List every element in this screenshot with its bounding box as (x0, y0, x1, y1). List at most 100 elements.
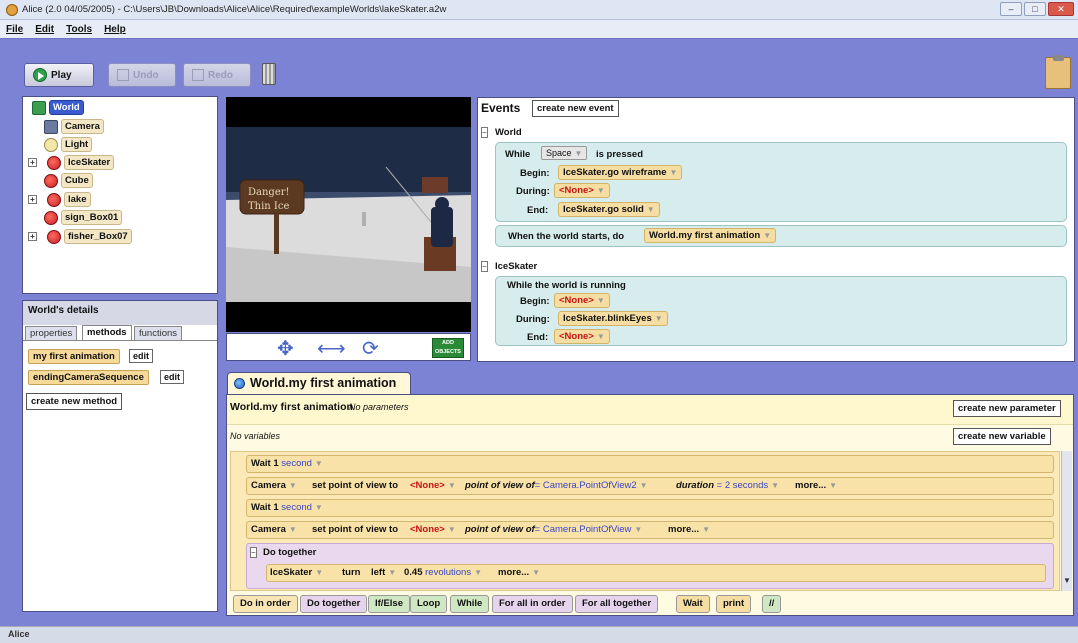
trash-icon[interactable] (262, 63, 276, 85)
no-variables-label: No variables (230, 431, 281, 441)
expand-icon[interactable]: + (28, 195, 37, 204)
expand-icon[interactable]: + (28, 232, 37, 241)
more-button-3[interactable]: more... ▼ (498, 567, 540, 578)
statement-wait-2[interactable] (246, 499, 1054, 517)
minimize-button[interactable]: – (1000, 2, 1022, 16)
menu-tools[interactable]: Tools (66, 24, 92, 35)
statement-wait-1[interactable] (246, 455, 1054, 473)
collapse-world-events-icon[interactable]: − (481, 127, 488, 138)
tree-item-sign-box01[interactable]: sign_Box01 (44, 210, 123, 225)
set-pov-method: set point of view to (312, 480, 399, 491)
tree-item-world[interactable]: World (32, 100, 84, 115)
loop-button[interactable]: Loop (410, 595, 448, 613)
wait-button[interactable]: Wait (676, 595, 710, 613)
dropdown-arrow-icon: ▼ (288, 481, 297, 490)
move-camera-icon[interactable]: ✥ (277, 336, 294, 361)
tree-item-camera[interactable]: Camera (44, 119, 104, 134)
taskbar-alice-item[interactable]: Alice (8, 629, 30, 639)
scene-view[interactable]: Danger! Thin Ice (226, 97, 471, 332)
editor-scrollbar[interactable]: ▼ (1061, 451, 1072, 591)
tab-method-editor[interactable]: World.my first animation (227, 372, 411, 394)
begin-method-tile[interactable]: IceSkater.go wireframe ▼ (558, 165, 683, 180)
create-new-variable-button[interactable]: create new variable (953, 428, 1051, 445)
create-new-parameter-button[interactable]: create new parameter (953, 400, 1061, 417)
title-bar: Alice (2.0 04/05/2005) - C:\Users\JB\Dow… (0, 0, 1078, 20)
turn-amount-tile[interactable]: 0.45 revolutions ▼ (404, 567, 482, 578)
redo-button[interactable]: Redo (183, 63, 251, 87)
window-controls: – □ ✕ (1000, 2, 1074, 16)
while-button[interactable]: While (450, 595, 490, 613)
begin-none-tile[interactable]: <None> ▼ (554, 293, 610, 308)
dropdown-arrow-icon: ▼ (447, 481, 456, 490)
tree-item-label: Cube (61, 173, 93, 188)
duration-label: duration (676, 480, 714, 491)
expand-icon[interactable]: + (28, 158, 37, 167)
tab-methods[interactable]: methods (82, 325, 132, 340)
more-button[interactable]: more... ▼ (795, 480, 837, 491)
duration-param[interactable]: duration = 2 seconds ▼ (676, 480, 779, 491)
end-method-tile[interactable]: IceSkater.go solid ▼ (558, 202, 660, 217)
method-ending-camera-sequence[interactable]: endingCameraSequence (28, 370, 149, 385)
collapse-do-together-icon[interactable]: − (250, 547, 257, 558)
during-label: During: (516, 186, 550, 197)
tree-item-cube[interactable]: Cube (44, 173, 93, 188)
for-all-in-order-button[interactable]: For all in order (492, 595, 573, 613)
tree-item-iceskater[interactable]: + IceSkater (28, 155, 115, 170)
undo-button[interactable]: Undo (108, 63, 176, 87)
create-new-event-button[interactable]: create new event (532, 100, 619, 117)
print-button[interactable]: print (716, 595, 752, 613)
end-none-tile[interactable]: <None> ▼ (554, 329, 610, 344)
wait-1-tile[interactable]: Wait 1 second ▼ (251, 458, 323, 469)
pov-target-tile-2[interactable]: <None> ▼ (410, 524, 456, 535)
key-selector[interactable]: Space ▼ (541, 146, 588, 160)
do-together-button[interactable]: Do together (300, 595, 368, 613)
object-icon (44, 210, 58, 225)
during-method-tile[interactable]: IceSkater.blinkEyes ▼ (558, 311, 668, 326)
edit-my-first-animation-button[interactable]: edit (129, 349, 154, 363)
edit-ending-camera-sequence-button[interactable]: edit (160, 370, 185, 384)
maximize-button[interactable]: □ (1024, 2, 1046, 16)
tilt-camera-icon[interactable]: ⟳ (362, 336, 379, 361)
camera-object-tile[interactable]: Camera ▼ (251, 480, 297, 491)
comment-button[interactable]: // (762, 595, 782, 613)
create-new-method-button[interactable]: create new method (26, 393, 123, 410)
tab-functions[interactable]: functions (134, 326, 183, 340)
wait-2-tile[interactable]: Wait 1 second ▼ (251, 502, 323, 513)
tree-item-fisher-box07[interactable]: + fisher_Box07 (28, 229, 132, 244)
menu-file[interactable]: File (6, 24, 23, 35)
tab-properties[interactable]: properties (25, 326, 78, 340)
add-objects-button[interactable]: ADD OBJECTS (432, 338, 464, 358)
play-button[interactable]: Play (24, 63, 94, 87)
undo-label: Undo (133, 69, 159, 81)
rotate-camera-icon[interactable]: ⟷ (317, 336, 346, 361)
close-button[interactable]: ✕ (1048, 2, 1074, 16)
tree-item-lake[interactable]: + lake (28, 192, 91, 207)
pov-of-param-2[interactable]: point of view of= Camera.PointOfView ▼ (465, 524, 642, 535)
turn-direction-tile[interactable]: left ▼ (371, 567, 396, 578)
collapse-iceskater-events-icon[interactable]: − (481, 261, 488, 272)
method-my-first-animation[interactable]: my first animation (28, 349, 120, 364)
camera-object-tile-2[interactable]: Camera ▼ (251, 524, 297, 535)
do-in-order-button[interactable]: Do in order (233, 595, 298, 613)
menu-edit[interactable]: Edit (35, 24, 54, 35)
tree-item-label: IceSkater (64, 155, 115, 170)
pov-of-label: point of view of (465, 524, 535, 535)
when-method-tile[interactable]: World.my first animation ▼ (644, 228, 777, 243)
scroll-down-icon[interactable]: ▼ (1063, 576, 1071, 585)
if-else-button[interactable]: If/Else (368, 595, 410, 613)
pov-target-value: <None> (410, 480, 445, 491)
dropdown-arrow-icon: ▼ (654, 314, 663, 323)
turn-object-tile[interactable]: IceSkater ▼ (270, 567, 323, 578)
clipboard-icon[interactable] (1045, 55, 1071, 89)
menu-help[interactable]: Help (104, 24, 126, 35)
for-all-together-button[interactable]: For all together (575, 595, 659, 613)
more-button-2[interactable]: more... ▼ (668, 524, 710, 535)
pov-target-value: <None> (410, 524, 445, 535)
during-none-tile[interactable]: <None> ▼ (554, 183, 610, 198)
no-parameters-label: No parameters (349, 402, 409, 412)
pov-of-param[interactable]: point of view of= Camera.PointOfView2 ▼ (465, 480, 648, 491)
scene-render: Danger! Thin Ice (226, 97, 471, 332)
tree-item-light[interactable]: Light (44, 137, 93, 152)
pov-target-tile[interactable]: <None> ▼ (410, 480, 456, 491)
pov-of-value: = Camera.PointOfView (534, 524, 632, 535)
